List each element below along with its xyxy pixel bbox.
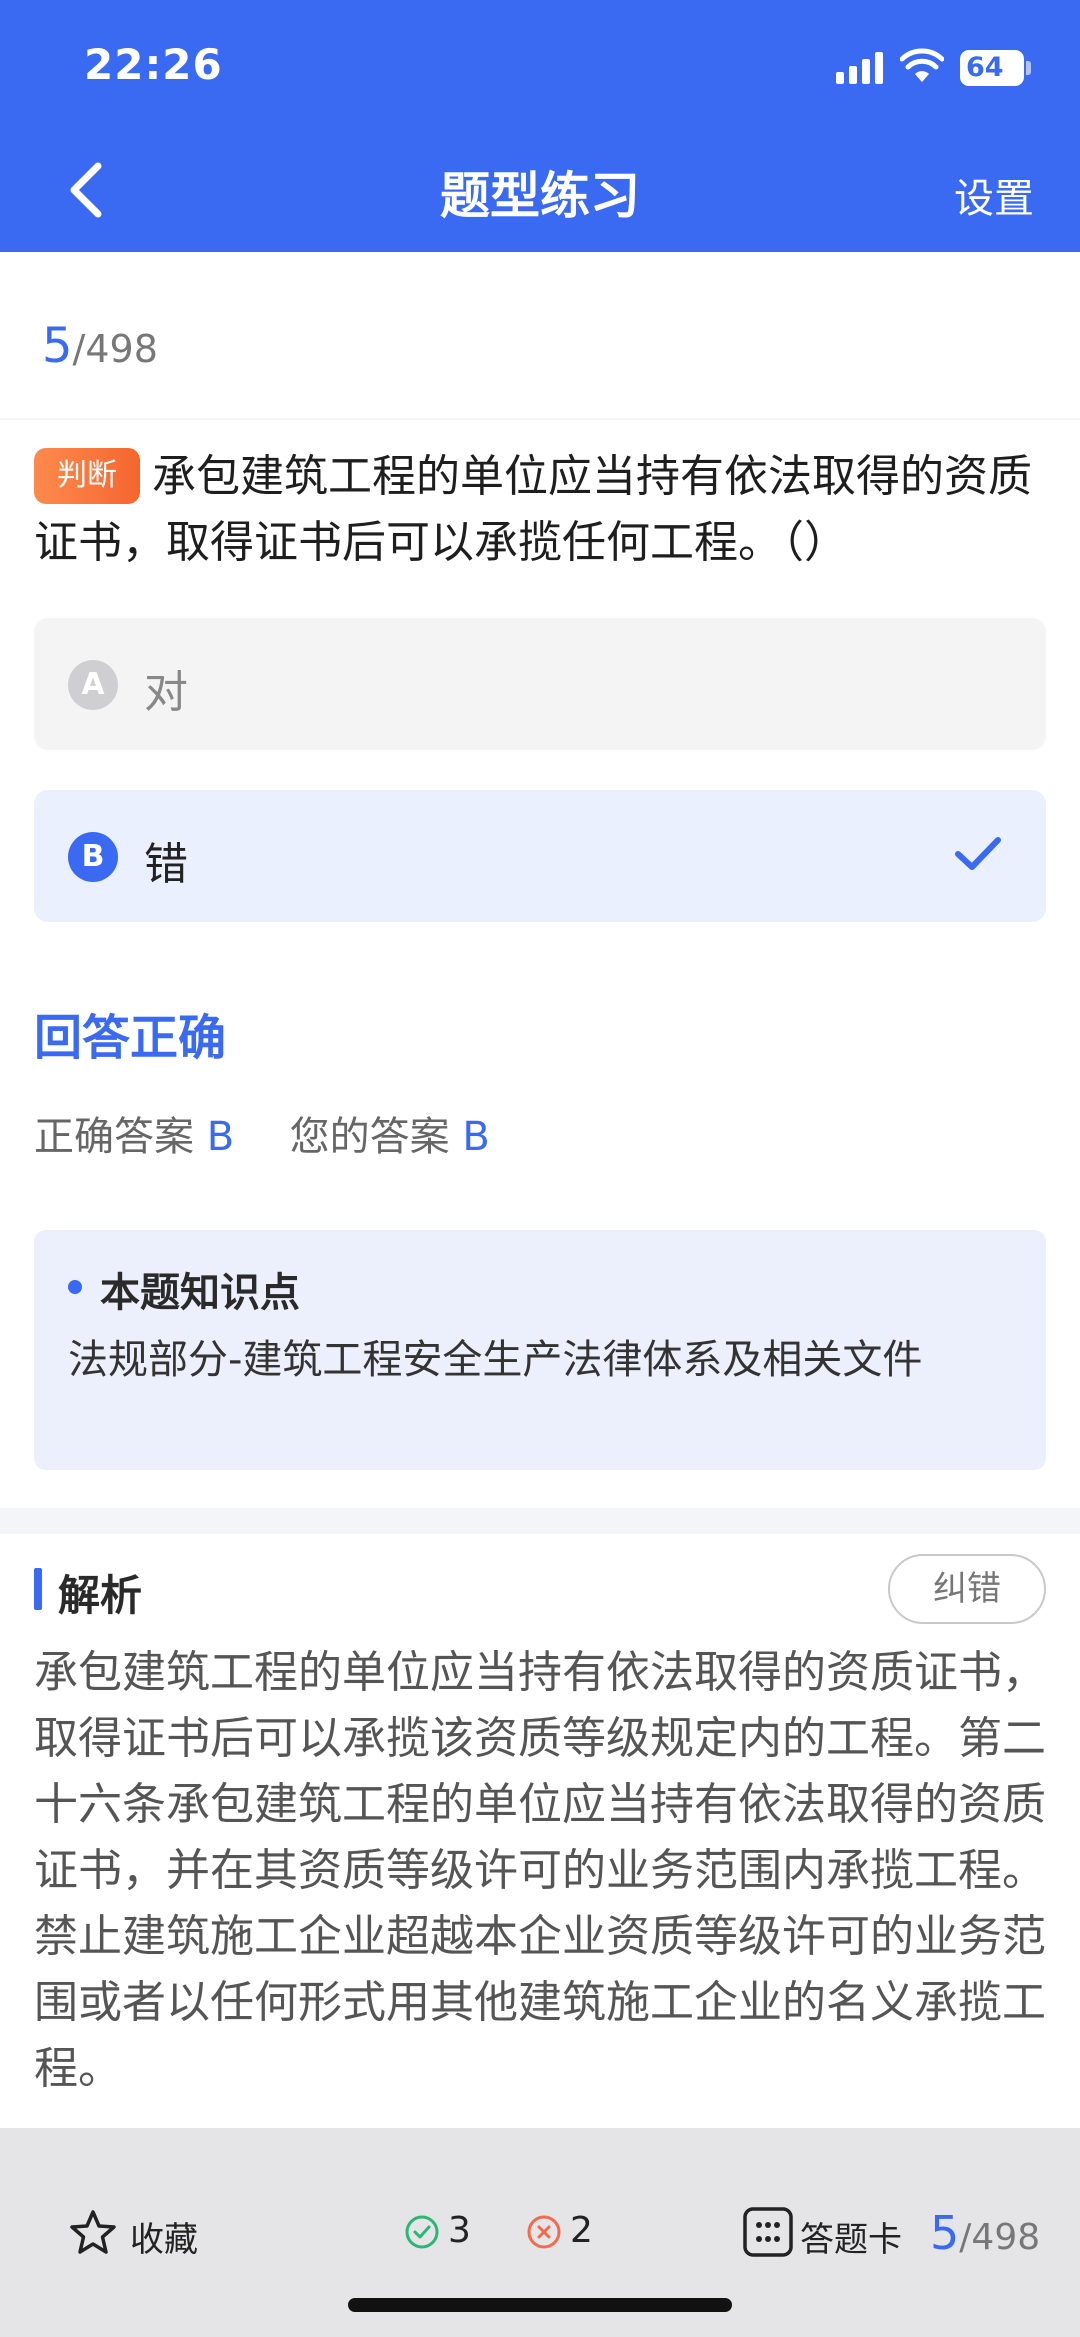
bullet-icon bbox=[68, 1280, 82, 1294]
option-b[interactable]: B 错 bbox=[34, 790, 1046, 922]
answer-summary: 正确答案 B 您的答案 B bbox=[34, 1104, 490, 1162]
question-type-badge: 判断 bbox=[34, 448, 140, 504]
bottom-progress-total: /498 bbox=[959, 2217, 1041, 2258]
status-time: 22:26 bbox=[84, 40, 223, 89]
battery-icon: 64 bbox=[960, 50, 1024, 86]
analysis-accent-bar bbox=[34, 1568, 42, 1610]
knowledge-point-body: 法规部分-建筑工程安全生产法律体系及相关文件 bbox=[68, 1337, 923, 1383]
option-label: 错 bbox=[144, 839, 188, 890]
correct-answer-value: B bbox=[206, 1114, 235, 1160]
your-answer-label: 您的答案 bbox=[289, 1114, 450, 1160]
option-letter: A bbox=[68, 660, 118, 710]
your-answer-value: B bbox=[462, 1114, 490, 1160]
report-error-button[interactable]: 纠错 bbox=[888, 1554, 1046, 1624]
option-letter: B bbox=[68, 832, 118, 882]
battery-cap bbox=[1026, 61, 1031, 75]
answer-card-button[interactable]: 答题卡 bbox=[800, 2212, 902, 2261]
result-title: 回答正确 bbox=[34, 1010, 227, 1066]
signal-icon bbox=[836, 52, 883, 84]
settings-button[interactable]: 设置 bbox=[954, 166, 1034, 224]
question-text: 承包建筑工程的单位应当持有依法取得的资质证书，取得证书后可以承揽任何工程。（） bbox=[34, 451, 1032, 568]
section-divider bbox=[0, 418, 1080, 420]
analysis-body: 承包建筑工程的单位应当持有依法取得的资质证书，取得证书后可以承揽该资质等级规定内… bbox=[34, 1647, 1046, 2094]
star-icon[interactable] bbox=[68, 2208, 118, 2258]
option-a[interactable]: A 对 bbox=[34, 618, 1046, 750]
wrong-circle-icon bbox=[527, 2215, 561, 2249]
analysis-title: 解析 bbox=[58, 1571, 143, 1620]
correct-circle-icon bbox=[405, 2215, 439, 2249]
knowledge-point-title: 本题知识点 bbox=[100, 1270, 300, 1316]
correct-count: 3 bbox=[448, 2210, 471, 2251]
correct-answer-label: 正确答案 bbox=[34, 1114, 194, 1160]
question-progress: 5/498 bbox=[42, 318, 158, 374]
header: 22:26 64 题型练习 设置 bbox=[0, 0, 1080, 252]
section-divider bbox=[0, 1508, 1080, 1534]
bottom-progress-current: 5 bbox=[930, 2206, 960, 2260]
wrong-count: 2 bbox=[570, 2210, 593, 2251]
home-indicator bbox=[348, 2298, 732, 2312]
wifi-icon bbox=[900, 48, 944, 82]
answer-card-icon[interactable] bbox=[742, 2206, 794, 2258]
favorite-button[interactable]: 收藏 bbox=[130, 2212, 198, 2261]
option-label: 对 bbox=[144, 667, 188, 718]
check-icon bbox=[955, 837, 1001, 870]
bottom-progress: 5/498 bbox=[930, 2206, 1040, 2260]
progress-total: /498 bbox=[72, 327, 158, 371]
page-title: 题型练习 bbox=[440, 167, 640, 225]
progress-current: 5 bbox=[42, 318, 73, 374]
knowledge-point-card: 本题知识点 法规部分-建筑工程安全生产法律体系及相关文件 bbox=[34, 1230, 1046, 1470]
